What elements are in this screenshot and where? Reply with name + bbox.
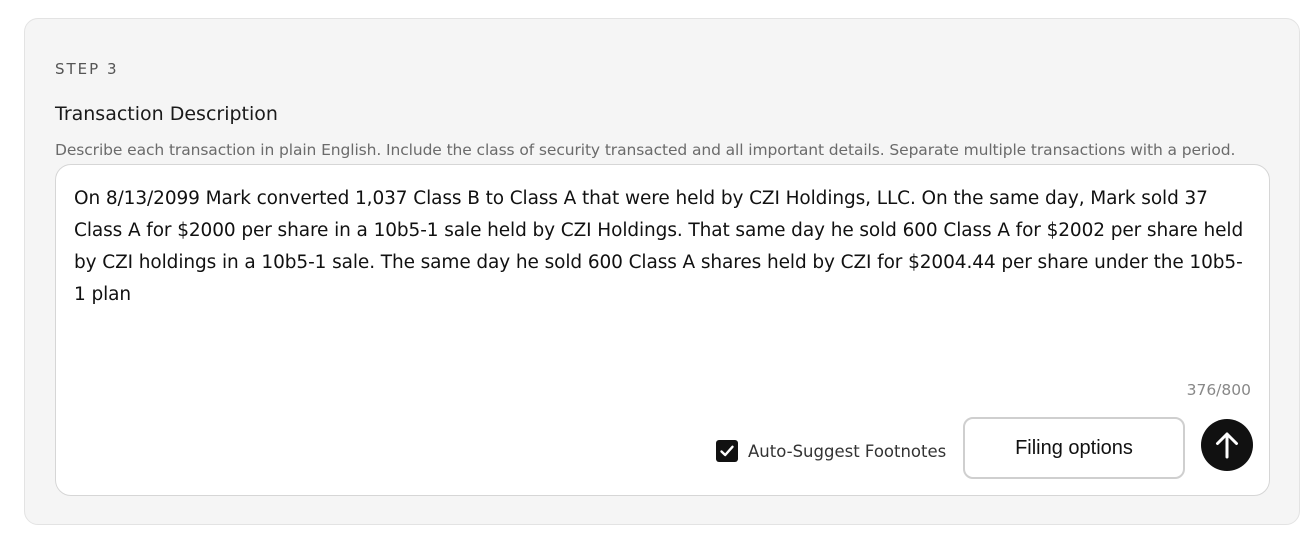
transaction-description-text[interactable]: On 8/13/2099 Mark converted 1,037 Class … — [74, 183, 1254, 311]
helper-text: Describe each transaction in plain Engli… — [55, 141, 1236, 159]
arrow-up-icon — [1216, 432, 1238, 459]
transaction-description-field[interactable]: On 8/13/2099 Mark converted 1,037 Class … — [55, 164, 1270, 496]
checkmark-icon — [720, 445, 734, 457]
step-card: STEP 3 Transaction Description Describe … — [24, 18, 1300, 525]
submit-button[interactable] — [1201, 419, 1253, 471]
character-counter: 376/800 — [1186, 381, 1251, 399]
filing-options-button[interactable]: Filing options — [963, 417, 1185, 479]
auto-suggest-checkbox[interactable] — [716, 440, 738, 462]
auto-suggest-footnotes-toggle[interactable]: Auto-Suggest Footnotes — [716, 438, 946, 464]
section-title: Transaction Description — [55, 103, 278, 125]
auto-suggest-label: Auto-Suggest Footnotes — [748, 441, 947, 461]
step-label: STEP 3 — [55, 60, 119, 78]
